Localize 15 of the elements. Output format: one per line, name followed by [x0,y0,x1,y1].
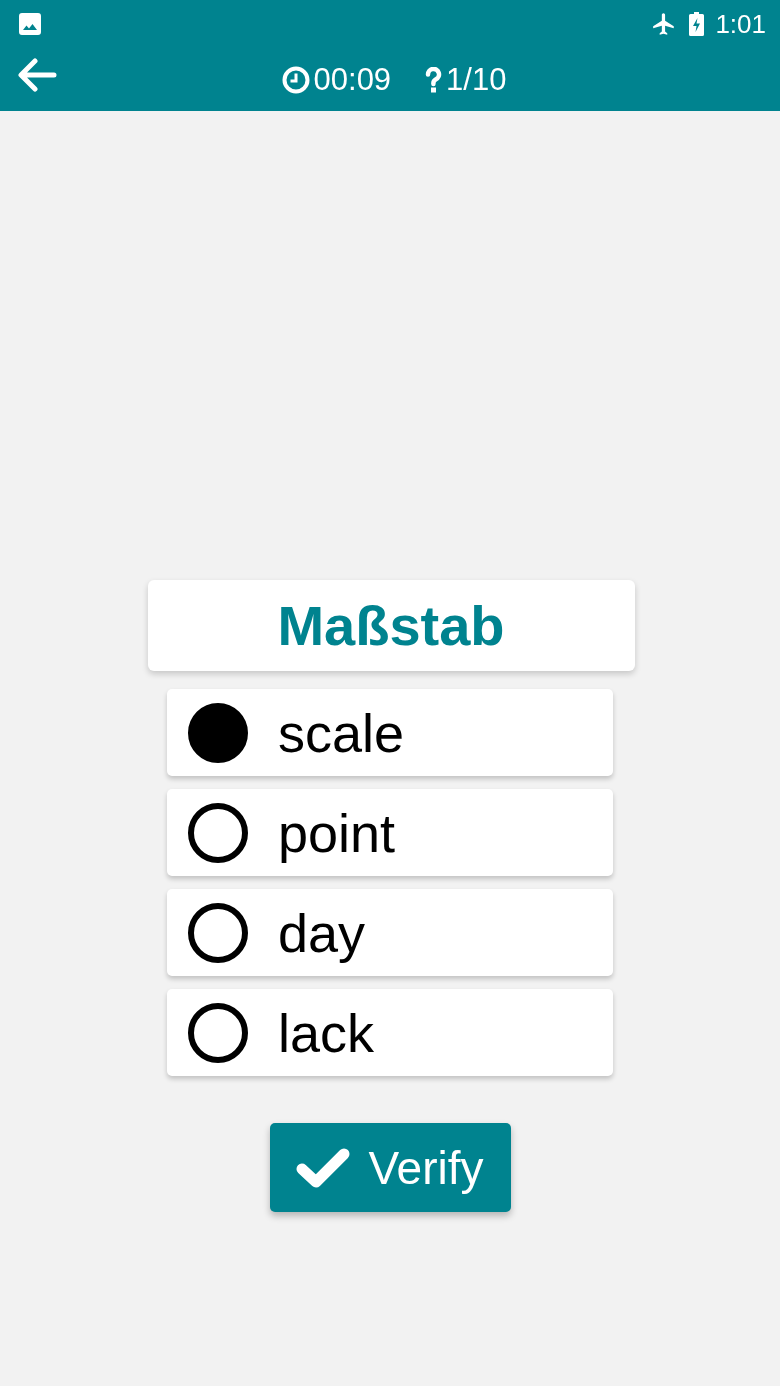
question-mark-icon [425,66,443,93]
image-icon [19,13,41,35]
answer-option[interactable]: lack [167,989,613,1076]
battery-icon [689,12,705,36]
answer-option[interactable]: point [167,789,613,876]
check-icon [296,1146,351,1189]
back-arrow-icon[interactable] [17,58,57,92]
word-text: Maßstab [277,597,505,654]
answer-option[interactable]: day [167,889,613,976]
clock-icon [281,65,310,94]
progress-text: 1/10 [446,64,507,95]
answer-option[interactable]: scale [167,689,613,776]
verify-button[interactable]: Verify [269,1123,511,1212]
status-time: 1:01 [715,11,766,37]
timer-text: 00:09 [313,64,392,95]
